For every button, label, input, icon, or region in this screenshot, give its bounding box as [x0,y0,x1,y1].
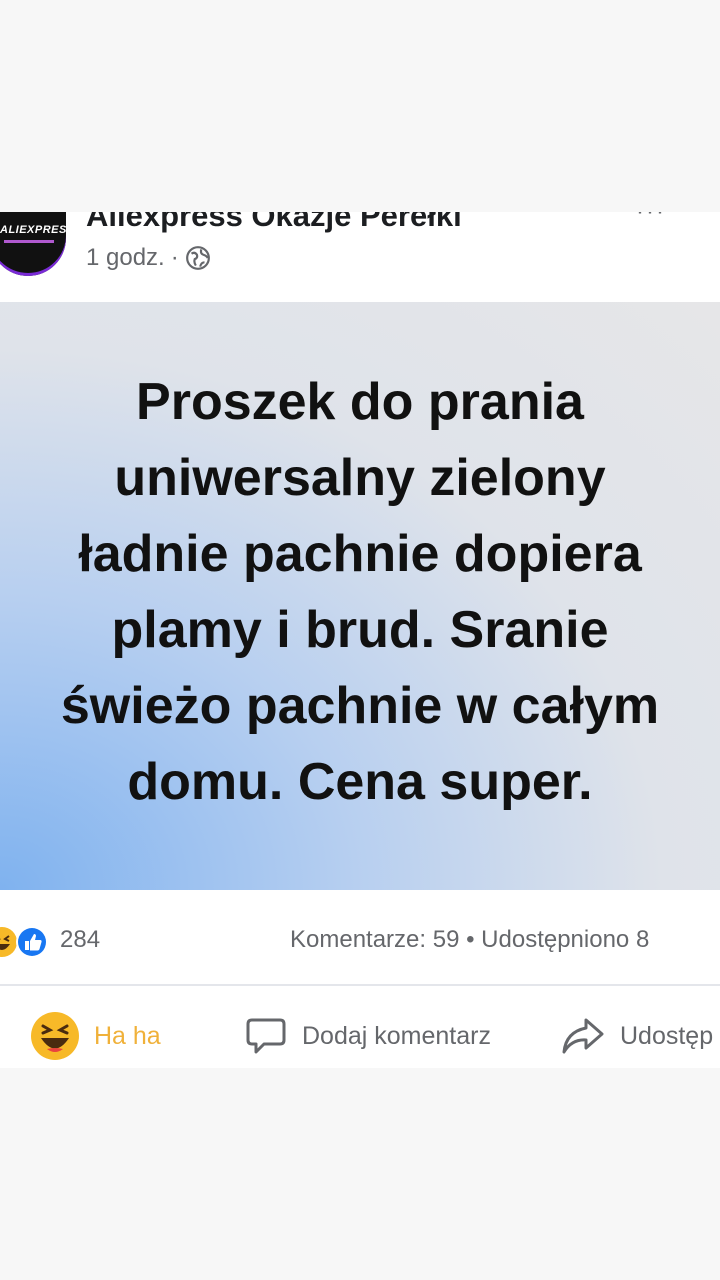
reaction-count[interactable]: 284 [60,926,100,954]
share-button[interactable]: Udostęp [560,1008,713,1064]
add-comment-button[interactable]: Dodaj komentarz [244,1008,491,1064]
meta-separator: · [170,244,179,271]
avatar-logo-text: ALIEXPRESS [0,224,66,236]
share-arrow-icon [562,1018,604,1054]
like-icon [16,926,48,958]
haha-reaction-button[interactable]: Ha ha [30,1008,161,1064]
add-comment-label: Dodaj komentarz [302,1021,491,1050]
comment-bubble-icon [246,1018,286,1054]
post-text-banner: Proszek do prania uniwersalny zielony ła… [0,302,720,890]
action-bar: Ha ha Dodaj komentarz Udostęp [0,1008,720,1064]
more-options-icon[interactable]: ··· [636,212,666,226]
post-card: ALIEXPRESS Aliexpress Okazje Perełki ···… [0,212,720,1068]
divider [0,984,720,986]
post-meta: 1 godz. · [86,244,211,272]
post-time[interactable]: 1 godz. [86,244,165,272]
page-avatar[interactable]: ALIEXPRESS [0,212,66,276]
page-name[interactable]: Aliexpress Okazje Perełki [86,212,462,234]
globe-icon [185,246,210,270]
haha-face-icon [31,1012,79,1060]
comments-shares-count[interactable]: Komentarze: 59 • Udostępniono 8 [290,926,649,954]
reactions-bar: 284 Komentarze: 59 • Udostępniono 8 [0,924,720,964]
post-banner-text: Proszek do prania uniwersalny zielony ła… [60,373,660,811]
haha-label: Ha ha [94,1021,161,1050]
share-label: Udostęp [620,1021,714,1050]
reaction-icons[interactable] [0,924,56,960]
avatar-logo-stripe [4,240,54,243]
haha-icon [0,927,17,957]
